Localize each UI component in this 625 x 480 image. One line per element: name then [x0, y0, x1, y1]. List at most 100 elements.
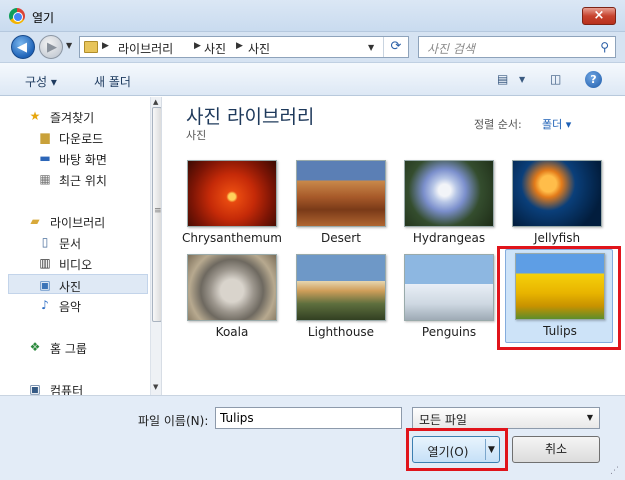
video-icon: ▥ — [39, 256, 51, 270]
view-options-icon[interactable]: ▤ — [497, 72, 508, 86]
address-bar[interactable]: ▶ 라이브러리 ▶ 사진 ▶ 사진 ▼ ⟳ — [79, 36, 409, 58]
sidebar-item-downloads[interactable]: ▆ 다운로드 — [8, 127, 148, 147]
file-name: Penguins — [421, 325, 477, 339]
refresh-icon[interactable]: ⟳ — [383, 37, 408, 57]
sidebar-item-music[interactable]: ♪ 음악 — [8, 295, 148, 315]
sidebar-item-label: 음악 — [59, 300, 82, 314]
chevron-right-icon: ▶ — [236, 41, 243, 51]
filetype-value: 모든 파일 — [419, 413, 467, 427]
file-name: Koala — [215, 325, 249, 339]
file-name: Chrysanthemum — [182, 231, 282, 245]
folder-icon — [84, 41, 98, 53]
library-title: 사진 라이브러리 — [186, 106, 315, 128]
chevron-down-icon: ▼ — [586, 413, 593, 422]
filename-input[interactable] — [215, 407, 402, 429]
documents-icon: ▯ — [41, 235, 49, 249]
arrange-by-dropdown[interactable]: 폴더 ▾ — [542, 116, 571, 132]
scroll-down-icon[interactable]: ▼ — [153, 383, 158, 391]
file-thumbnail — [187, 254, 277, 321]
resize-grip-icon[interactable]: ⋰ — [610, 466, 619, 476]
help-icon[interactable]: ? — [585, 71, 602, 88]
sidebar-item-pictures[interactable]: ▣ 사진 — [8, 274, 148, 294]
recent-places-icon: ▦ — [39, 172, 51, 186]
pictures-icon: ▣ — [39, 278, 51, 292]
back-button[interactable]: ◀ — [11, 35, 35, 59]
sidebar-item-label: 다운로드 — [59, 132, 104, 146]
sidebar-item-label: 컴퓨터 — [50, 384, 84, 395]
sidebar-item-homegroup[interactable]: ❖ 홈 그룹 — [8, 337, 148, 357]
title-bar: 열기 × — [0, 0, 625, 32]
sidebar-item-label: 비디오 — [59, 258, 93, 272]
sidebar-item-label: 즐겨찾기 — [50, 111, 95, 125]
sidebar-item-label: 홈 그룹 — [50, 342, 87, 356]
sidebar-item-label: 사진 — [59, 280, 82, 294]
file-name: Lighthouse — [307, 325, 375, 339]
star-icon: ★ — [29, 109, 41, 123]
sidebar-item-desktop[interactable]: ▬ 바탕 화면 — [8, 148, 148, 168]
navigation-pane: ★ 즐겨찾기 ▆ 다운로드 ▬ 바탕 화면 ▦ 최근 위치 ▰ 라이브러리 ▯ … — [8, 97, 162, 395]
sidebar-item-libraries[interactable]: ▰ 라이브러리 — [8, 211, 148, 231]
search-icon[interactable]: ⚲ — [600, 40, 609, 54]
library-subtitle: 사진 — [186, 129, 207, 142]
sidebar-scrollbar[interactable]: ▲ ▼ — [150, 97, 161, 395]
file-thumbnail — [404, 254, 494, 321]
file-item-chrysanthemum[interactable]: Chrysanthemum — [178, 157, 286, 251]
breadcrumb-pictures-folder[interactable]: 사진 — [248, 40, 270, 57]
address-dropdown[interactable]: ▼ — [368, 43, 374, 52]
breadcrumb-libraries[interactable]: 라이브러리 — [118, 40, 173, 57]
chrome-app-icon — [9, 8, 25, 24]
sidebar-item-favorites[interactable]: ★ 즐겨찾기 — [8, 106, 148, 126]
highlight-box-open-button — [406, 428, 508, 471]
sidebar-item-label: 라이브러리 — [50, 216, 106, 230]
file-item-hydrangeas[interactable]: Hydrangeas — [395, 157, 503, 251]
arrow-left-icon: ◀ — [17, 40, 27, 55]
file-item-lighthouse[interactable]: Lighthouse — [287, 251, 395, 345]
library-icon: ▰ — [30, 214, 40, 228]
organize-button[interactable]: 구성 ▾ — [25, 73, 57, 90]
music-icon: ♪ — [41, 298, 49, 312]
window-title: 열기 — [32, 11, 55, 25]
file-name: Jellyfish — [533, 231, 581, 245]
sidebar-item-computer[interactable]: ▣ 컴퓨터 — [8, 379, 148, 395]
arrow-right-icon: ▶ — [47, 40, 57, 55]
breadcrumb-pictures[interactable]: 사진 — [204, 40, 226, 57]
forward-button[interactable]: ▶ — [39, 35, 63, 59]
recent-pages-dropdown[interactable]: ▼ — [66, 41, 72, 50]
close-button[interactable]: × — [582, 7, 616, 25]
homegroup-icon: ❖ — [29, 340, 41, 354]
file-name: Desert — [321, 231, 361, 245]
scrollbar-thumb[interactable] — [152, 107, 161, 322]
filetype-select[interactable]: 모든 파일 ▼ — [412, 407, 600, 429]
sidebar-item-label: 문서 — [59, 237, 82, 251]
dialog-footer: 파일 이름(N): 모든 파일 ▼ 열기(O) ▼ 취소 ⋰ — [0, 395, 625, 480]
new-folder-button[interactable]: 새 폴더 — [94, 73, 131, 90]
search-input[interactable]: 사진 검색 — [427, 40, 475, 57]
desktop-icon: ▬ — [39, 151, 51, 165]
view-dropdown-icon[interactable]: ▼ — [519, 75, 525, 84]
file-item-jellyfish[interactable]: Jellyfish — [503, 157, 611, 251]
file-thumbnail — [404, 160, 494, 227]
file-thumbnail — [512, 160, 602, 227]
file-item-koala[interactable]: Koala — [178, 251, 286, 345]
scroll-up-icon[interactable]: ▲ — [153, 98, 158, 106]
file-name: Hydrangeas — [412, 231, 486, 245]
preview-pane-icon[interactable]: ◫ — [550, 72, 561, 86]
arrange-by-label: 정렬 순서: — [474, 118, 522, 131]
file-thumbnail — [187, 160, 277, 227]
file-thumbnail — [296, 254, 386, 321]
search-box[interactable]: 사진 검색 ⚲ — [418, 36, 616, 58]
sidebar-item-label: 최근 위치 — [59, 174, 107, 188]
computer-icon: ▣ — [29, 382, 41, 395]
cancel-button[interactable]: 취소 — [512, 436, 600, 463]
sidebar-item-recent-places[interactable]: ▦ 최근 위치 — [8, 169, 148, 189]
file-item-desert[interactable]: Desert — [287, 157, 395, 251]
navigation-bar: ◀ ▶ ▼ ▶ 라이브러리 ▶ 사진 ▶ 사진 ▼ ⟳ 사진 검색 ⚲ — [0, 32, 625, 62]
file-item-penguins[interactable]: Penguins — [395, 251, 503, 345]
sidebar-item-label: 바탕 화면 — [59, 153, 107, 167]
highlight-box-tulips — [497, 246, 621, 350]
sidebar-item-documents[interactable]: ▯ 문서 — [8, 232, 148, 252]
sidebar-item-videos[interactable]: ▥ 비디오 — [8, 253, 148, 273]
downloads-folder-icon: ▆ — [40, 130, 50, 144]
filename-label: 파일 이름(N): — [138, 414, 209, 428]
chevron-right-icon: ▶ — [102, 41, 109, 51]
